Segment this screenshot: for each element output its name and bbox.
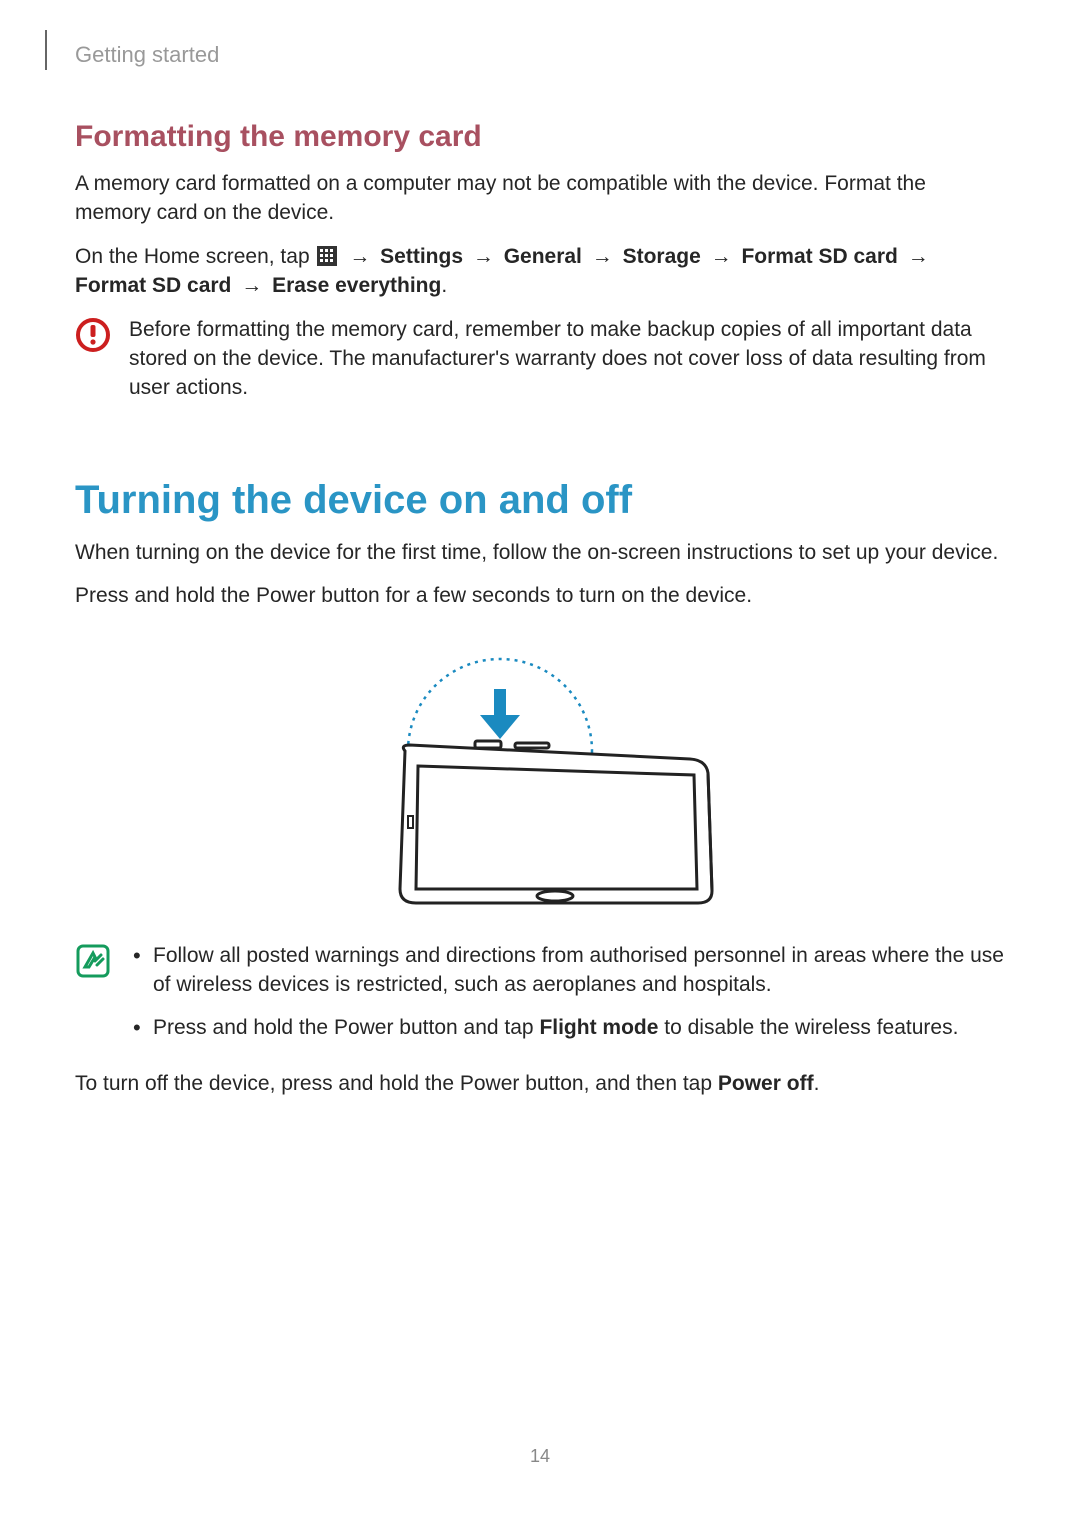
path-step: Format SD card [741,245,897,268]
arrow-icon: → [588,242,617,271]
page-header-rule: Getting started [45,30,1005,70]
paragraph: When turning on the device for the first… [75,538,1005,567]
bold-text: Flight mode [539,1016,658,1039]
path-step: General [504,245,582,268]
path-step: Erase everything [272,274,441,297]
list-item: Press and hold the Power button and tap … [129,1013,1005,1042]
path-step: Settings [380,245,463,268]
text: Follow all posted warnings and direction… [153,944,1004,996]
caution-note: Before formatting the memory card, remem… [75,315,1005,403]
arrow-icon: → [469,242,498,271]
path-step: Format SD card [75,274,231,297]
heading-turning-device-on-off: Turning the device on and off [75,478,1005,523]
info-note: Follow all posted warnings and direction… [75,941,1005,1057]
arrow-icon: → [707,242,736,271]
heading-formatting-memory-card: Formatting the memory card [75,120,1005,154]
instruction-path: On the Home screen, tap → Settings → Gen… [75,242,1005,301]
text: On the Home screen, tap [75,245,315,268]
info-icon [75,941,111,1057]
text: to disable the wireless features. [658,1016,958,1039]
text: Press and hold the Power button and tap [153,1016,539,1039]
paragraph: A memory card formatted on a computer ma… [75,169,1005,228]
page-number: 14 [0,1446,1080,1467]
text: To turn off the device, press and hold t… [75,1072,718,1095]
device-power-figure [75,641,1005,921]
note-list: Follow all posted warnings and direction… [129,941,1005,1043]
text: . [814,1072,820,1095]
paragraph: To turn off the device, press and hold t… [75,1069,1005,1098]
page-header: Getting started [75,42,219,70]
list-item: Follow all posted warnings and direction… [129,941,1005,1000]
path-step: Storage [623,245,701,268]
paragraph: Press and hold the Power button for a fe… [75,581,1005,610]
caution-text: Before formatting the memory card, remem… [129,315,1005,403]
bold-text: Power off [718,1072,814,1095]
caution-icon [75,315,111,403]
arrow-icon: → [237,271,266,300]
arrow-icon: → [904,242,933,271]
apps-grid-icon [317,246,337,266]
arrow-icon: → [345,242,374,271]
